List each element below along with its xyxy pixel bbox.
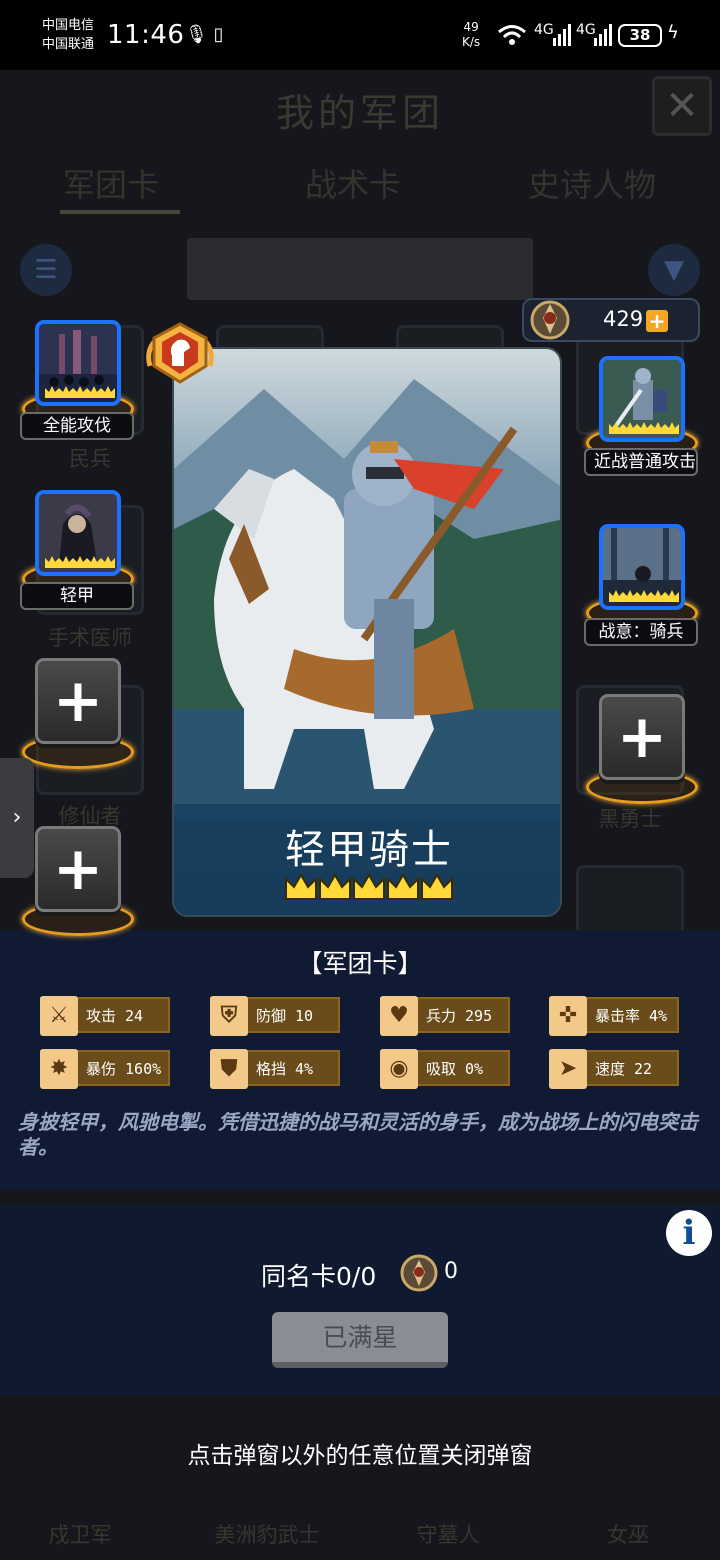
stat-crit-damage: ✸ 暴伤 160% — [40, 1049, 170, 1089]
filter-icon: ▼ — [648, 244, 700, 296]
skill-slot-right-1[interactable] — [599, 356, 685, 442]
skill-slot-right-1-label: 近战普通攻击 — [584, 448, 698, 476]
bg-card-name: 守墓人 — [416, 1523, 480, 1547]
skill-slot-left-1-label: 全能攻伐 — [20, 412, 134, 440]
stat-block: ⛊ 格挡 4% — [210, 1049, 340, 1089]
add-skill-slot-button[interactable]: + — [599, 694, 685, 780]
bg-card-name: 美洲豹武士 — [214, 1523, 320, 1547]
skill-slot-left-2[interactable] — [35, 490, 121, 576]
duplicate-card-label: 同名卡0/0 — [261, 1262, 377, 1291]
stat-defense: ⛨ 防御 10 — [210, 996, 340, 1036]
card-type-label: 【军团卡】 — [297, 949, 423, 978]
carrier-names: 中国电信 中国联通 — [42, 16, 94, 54]
tab-indicator — [60, 210, 180, 214]
carrier-1: 中国电信 — [42, 18, 95, 33]
net-speed: 49 K/s — [462, 20, 480, 50]
mini-crowns-icon — [45, 386, 115, 398]
status-bar: 中国电信 中国联通 11:46 🎙︎ ▯ 49 K/s 4G 4G 38 ϟ — [0, 0, 720, 70]
shield-icon: ⛨ — [210, 996, 248, 1036]
emblem-icon — [400, 1254, 438, 1292]
stat-label: 暴伤 160% — [86, 1060, 162, 1078]
tab-legion-card: 军团卡 — [63, 166, 160, 204]
stat-label: 速度 22 — [595, 1060, 653, 1078]
skill-slot-left-1[interactable] — [35, 320, 121, 406]
light-knight-portrait — [174, 379, 560, 819]
clock: 11:46 — [107, 20, 185, 50]
carrier-2: 中国联通 — [42, 37, 95, 52]
duplicate-count: 0 — [444, 1259, 458, 1284]
wifi-icon — [498, 25, 526, 45]
mic-vibrate-icons: 🎙︎ ▯ — [185, 24, 224, 45]
bg-card-name: 民兵 — [69, 447, 111, 471]
max-star-button[interactable]: 已满星 — [272, 1312, 448, 1368]
add-gold-button[interactable]: + — [646, 310, 668, 332]
stat-troops: ♥ 兵力 295 — [380, 996, 510, 1036]
charging-icon: ϟ — [667, 22, 679, 43]
crit-target-icon: ✜ — [549, 996, 587, 1036]
hero-card: 轻甲骑士 — [172, 347, 562, 917]
sword-icon: ⚔ — [40, 996, 78, 1036]
mini-crowns-icon — [45, 556, 115, 568]
tab-epic-hero: 史诗人物 — [528, 166, 657, 204]
stat-crit-rate: ✜ 暴击率 4% — [549, 996, 679, 1036]
cavalry-class-badge-icon — [146, 322, 214, 384]
crit-damage-icon: ✸ — [40, 1049, 78, 1089]
info-button[interactable]: i — [666, 1210, 712, 1256]
mini-crowns-icon — [609, 590, 679, 602]
stat-label: 格挡 4% — [256, 1060, 314, 1078]
skill-slot-right-2[interactable] — [599, 524, 685, 610]
screen: 中国电信 中国联通 11:46 🎙︎ ▯ 49 K/s 4G 4G 38 ϟ 我… — [0, 0, 720, 1560]
tab-tactic-card: 战术卡 — [305, 166, 402, 204]
net-speed-value: 49 — [463, 20, 479, 34]
hero-name: 轻甲骑士 — [285, 827, 453, 873]
bg-card-name: 戍卫军 — [48, 1523, 112, 1547]
stat-speed: ➤ 速度 22 — [549, 1049, 679, 1089]
stat-label: 暴击率 4% — [595, 1007, 668, 1025]
stat-label: 攻击 24 — [86, 1007, 144, 1025]
close-hint[interactable]: 点击弹窗以外的任意位置关闭弹窗 — [0, 1436, 720, 1470]
signal-4g-2: 4G — [576, 22, 596, 38]
close-icon: ✕ — [652, 76, 712, 136]
list-icon: ☰ — [20, 244, 72, 296]
bg-card-name: 女巫 — [607, 1523, 649, 1547]
boot-speed-icon: ➤ — [549, 1049, 587, 1089]
signal-4g-1: 4G — [534, 22, 554, 38]
card-description: 身披轻甲，风驰电掣。凭借迅捷的战马和灵活的身手，成为战场上的闪电突击者。 — [18, 1110, 698, 1159]
bg-card-name: 手术医师 — [48, 626, 132, 650]
bg-card-name: 黑勇士 — [598, 807, 662, 831]
mini-crowns-icon — [609, 422, 679, 434]
page-title: 我的军团 — [275, 91, 444, 135]
signal-bars-2-icon — [594, 24, 612, 46]
stat-attack: ⚔ 攻击 24 — [40, 996, 170, 1036]
add-skill-slot-button[interactable]: + — [35, 826, 121, 912]
star-crowns-icon — [285, 873, 453, 900]
skill-slot-left-2-label: 轻甲 — [20, 582, 134, 610]
stat-label: 兵力 295 — [426, 1007, 493, 1025]
stat-label: 防御 10 — [256, 1007, 314, 1025]
block-icon: ⛊ — [210, 1049, 248, 1089]
search-box — [187, 238, 533, 300]
emblem-icon — [530, 300, 570, 340]
stat-lifesteal: ◉ 吸取 0% — [380, 1049, 510, 1089]
lifesteal-icon: ◉ — [380, 1049, 418, 1089]
heart-icon: ♥ — [380, 996, 418, 1036]
stat-label: 吸取 0% — [426, 1060, 484, 1078]
add-skill-slot-button[interactable]: + — [35, 658, 121, 744]
gold-amount: 429 — [603, 307, 644, 331]
side-drawer-handle[interactable]: › — [0, 758, 34, 878]
skill-slot-right-2-label: 战意：骑兵 — [584, 618, 698, 646]
net-speed-unit: K/s — [462, 35, 481, 49]
battery-indicator: 38 — [618, 24, 662, 47]
signal-bars-1-icon — [553, 24, 571, 46]
